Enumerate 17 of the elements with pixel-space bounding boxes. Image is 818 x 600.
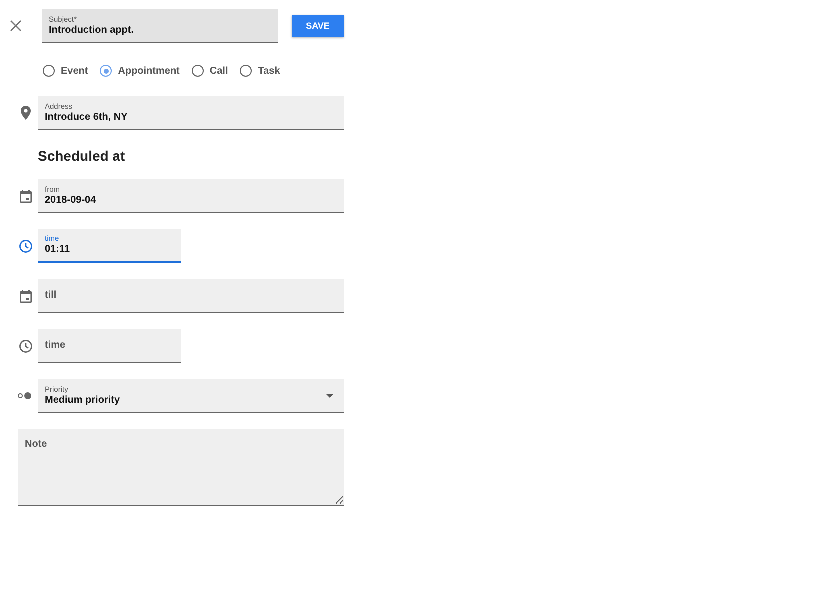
section-heading: Scheduled at (38, 148, 126, 164)
date-field[interactable]: till (38, 279, 344, 313)
location-pin-icon (19, 106, 33, 120)
note-field[interactable]: Note (18, 429, 344, 506)
radio-option[interactable]: Event (43, 65, 88, 77)
clock-icon (19, 340, 33, 352)
dropdown-caret-icon (326, 394, 334, 398)
clock-icon (19, 240, 33, 252)
calendar-icon (19, 190, 33, 202)
calendar-icon (19, 290, 33, 302)
save-button[interactable]: SAVE (292, 15, 344, 37)
radio-option[interactable]: Task (240, 65, 280, 77)
close-icon[interactable] (10, 20, 22, 32)
radio-option[interactable]: Appointment (100, 65, 180, 77)
toggle-dots-icon (18, 392, 32, 400)
radio-option[interactable]: Call (192, 65, 228, 77)
time-field[interactable]: time (38, 329, 181, 363)
